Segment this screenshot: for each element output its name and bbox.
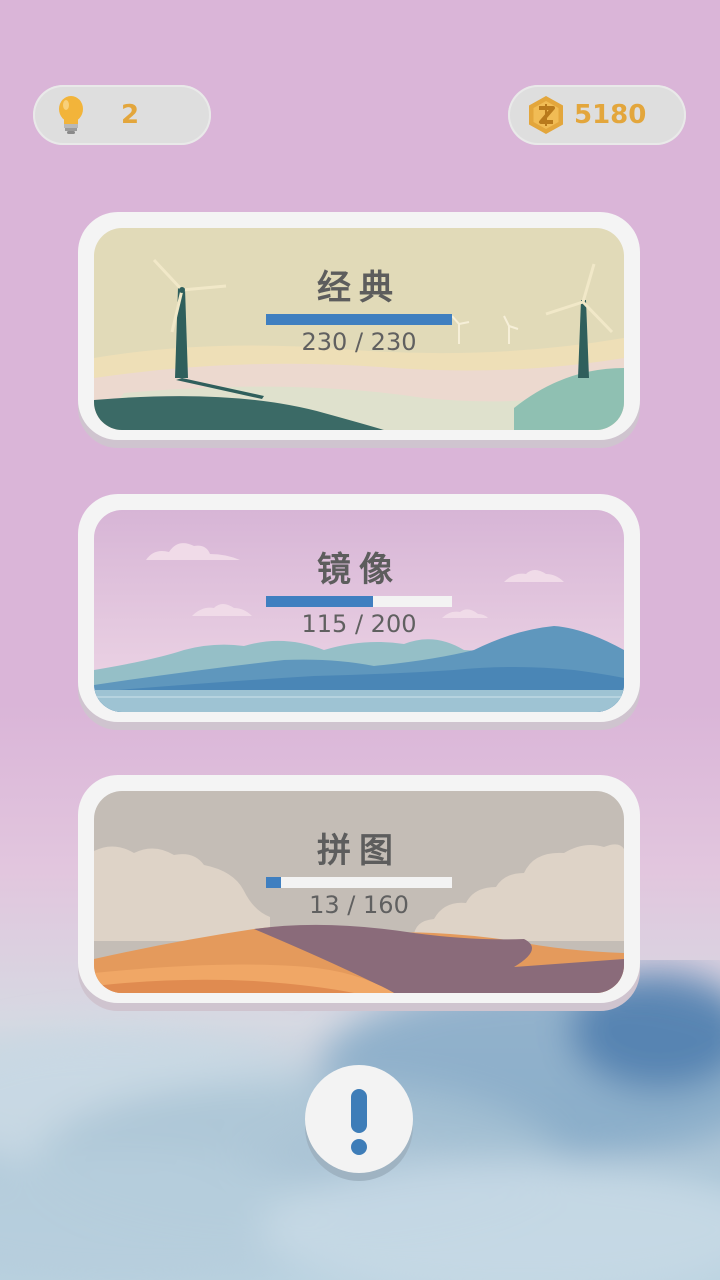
progress-text: 115 / 200 bbox=[301, 610, 417, 638]
progress-text: 230 / 230 bbox=[301, 328, 417, 356]
coin-counter[interactable]: 5180 bbox=[508, 85, 686, 145]
windmill-landscape-image: 经典 230 / 230 bbox=[94, 228, 624, 430]
mode-card-mirror[interactable]: 镜像 115 / 200 bbox=[78, 494, 640, 722]
mode-card-puzzle[interactable]: 拼图 13 / 160 bbox=[78, 775, 640, 1003]
progress-bar-fill bbox=[266, 596, 373, 607]
mode-title: 经典 bbox=[317, 268, 401, 308]
progress-bar-fill bbox=[266, 877, 282, 888]
lightbulb-icon bbox=[59, 96, 83, 134]
progress-bar bbox=[266, 314, 452, 325]
progress-text: 13 / 160 bbox=[309, 891, 409, 919]
coin-count: 5180 bbox=[574, 100, 647, 130]
progress-bar-fill bbox=[266, 314, 452, 325]
mode-title: 镜像 bbox=[317, 550, 401, 590]
desert-landscape-image: 拼图 13 / 160 bbox=[94, 791, 624, 993]
mode-card-classic[interactable]: 经典 230 / 230 bbox=[78, 212, 640, 440]
coin-icon bbox=[529, 96, 563, 134]
info-button[interactable] bbox=[305, 1065, 413, 1173]
progress-bar bbox=[266, 596, 452, 607]
hint-counter[interactable]: 2 bbox=[33, 85, 211, 145]
mode-title: 拼图 bbox=[317, 831, 401, 871]
exclamation-icon bbox=[351, 1089, 367, 1155]
mountain-landscape-image: 镜像 115 / 200 bbox=[94, 510, 624, 712]
progress-bar bbox=[266, 877, 452, 888]
hint-count: 2 bbox=[121, 100, 140, 130]
